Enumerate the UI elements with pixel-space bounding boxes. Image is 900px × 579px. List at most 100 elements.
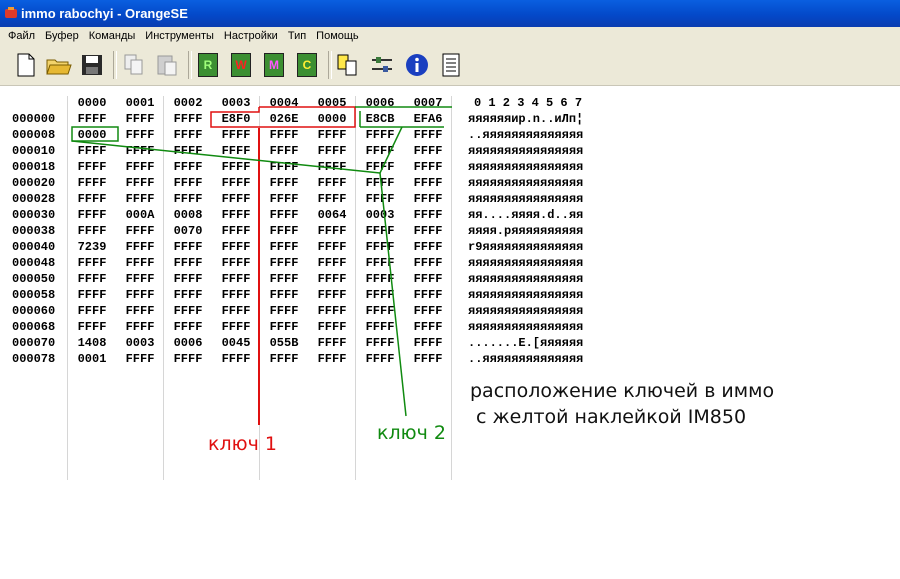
hex-cell[interactable]: 0045 [214,336,258,350]
hex-cell[interactable]: FFFF [406,176,450,190]
hex-cell[interactable]: FFFF [310,144,354,158]
hex-cell[interactable]: FFFF [358,336,402,350]
ascii-row[interactable]: яя....яяяя.d..яя [468,208,583,222]
hex-cell[interactable]: FFFF [262,304,306,318]
hex-cell[interactable]: FFFF [214,288,258,302]
hex-cell[interactable]: FFFF [70,256,114,270]
hex-cell[interactable]: FFFF [406,256,450,270]
hex-cell[interactable]: FFFF [70,160,114,174]
hex-cell[interactable]: 0070 [166,224,210,238]
hex-cell[interactable]: FFFF [118,128,162,142]
save-button[interactable] [78,51,106,79]
hex-cell[interactable]: FFFF [310,272,354,286]
hex-cell[interactable]: FFFF [358,240,402,254]
copy-button[interactable] [120,51,148,79]
hex-cell[interactable]: FFFF [70,112,114,126]
hex-cell[interactable]: FFFF [166,176,210,190]
hex-cell[interactable]: FFFF [70,272,114,286]
menu-buffer[interactable]: Буфер [40,27,84,45]
hex-cell[interactable]: FFFF [262,240,306,254]
menu-file[interactable]: Файл [3,27,40,45]
hex-cell[interactable]: FFFF [214,256,258,270]
hex-cell[interactable]: FFFF [358,352,402,366]
ascii-row[interactable]: яяяяяяяяяяяяяяяя [468,320,583,334]
hex-cell[interactable]: FFFF [118,176,162,190]
hex-cell[interactable]: FFFF [406,240,450,254]
ascii-row[interactable]: яяяяяяяяяяяяяяяя [468,272,583,286]
hex-cell[interactable]: FFFF [118,272,162,286]
open-button[interactable] [45,51,73,79]
compare-chip-button[interactable]: C [293,51,321,79]
ascii-row[interactable]: ..яяяяяяяяяяяяяя [468,352,583,366]
hex-cell[interactable]: 0001 [70,352,114,366]
hex-cell[interactable]: FFFF [262,192,306,206]
hex-cell[interactable]: FFFF [166,256,210,270]
hex-cell[interactable]: FFFF [358,272,402,286]
hex-cell[interactable]: FFFF [262,176,306,190]
hex-cell[interactable]: FFFF [358,160,402,174]
ascii-row[interactable]: яяяяяяяяяяяяяяяя [468,256,583,270]
write-chip-button[interactable]: W [227,51,255,79]
paste-button[interactable] [153,51,181,79]
hex-cell[interactable]: FFFF [118,192,162,206]
hex-cell[interactable]: FFFF [166,144,210,158]
ascii-row[interactable]: яяяяяяяяяяяяяяяя [468,144,583,158]
hex-cell[interactable]: 055B [262,336,306,350]
hex-cell[interactable]: FFFF [118,144,162,158]
hex-cell[interactable]: FFFF [118,352,162,366]
hex-cell[interactable]: FFFF [310,256,354,270]
settings-button[interactable] [368,51,396,79]
hex-cell[interactable]: FFFF [166,160,210,174]
menu-commands[interactable]: Команды [84,27,141,45]
hex-cell[interactable]: FFFF [118,304,162,318]
hex-cell[interactable]: FFFF [406,352,450,366]
hex-cell[interactable]: FFFF [166,272,210,286]
hex-cell[interactable]: FFFF [214,240,258,254]
menu-help[interactable]: Помощь [311,27,364,45]
hex-cell[interactable]: FFFF [214,352,258,366]
hex-cell[interactable]: FFFF [310,224,354,238]
hex-cell[interactable]: FFFF [310,128,354,142]
hex-cell[interactable]: FFFF [70,304,114,318]
hex-cell[interactable]: FFFF [358,192,402,206]
menu-type[interactable]: Тип [283,27,311,45]
hex-cell[interactable]: FFFF [406,160,450,174]
hex-cell[interactable]: FFFF [262,128,306,142]
ascii-row[interactable]: яяяя.pяяяяяяяяяя [468,224,583,238]
hex-cell[interactable]: FFFF [310,352,354,366]
hex-cell[interactable]: FFFF [406,208,450,222]
hex-cell[interactable]: EFA6 [406,112,450,126]
hex-cell[interactable]: FFFF [70,288,114,302]
hex-cell[interactable]: FFFF [118,288,162,302]
hex-cell[interactable]: FFFF [166,240,210,254]
hex-cell[interactable]: FFFF [406,192,450,206]
hex-cell[interactable]: FFFF [214,160,258,174]
ascii-row[interactable]: ..яяяяяяяяяяяяяя [468,128,583,142]
hex-cell[interactable]: FFFF [118,240,162,254]
hex-cell[interactable]: FFFF [406,144,450,158]
hex-cell[interactable]: FFFF [166,288,210,302]
hex-cell[interactable]: FFFF [310,304,354,318]
hex-cell[interactable]: 0000 [310,112,354,126]
hex-cell[interactable]: FFFF [70,144,114,158]
menu-tools[interactable]: Инструменты [140,27,219,45]
menu-settings[interactable]: Настройки [219,27,283,45]
hex-cell[interactable]: FFFF [358,288,402,302]
hex-cell[interactable]: FFFF [214,304,258,318]
hex-cell[interactable]: FFFF [406,128,450,142]
hex-cell[interactable]: FFFF [406,304,450,318]
hex-cell[interactable]: FFFF [214,272,258,286]
hex-cell[interactable]: FFFF [166,304,210,318]
hex-cell[interactable]: 1408 [70,336,114,350]
chip-select-button[interactable] [334,51,362,79]
hex-cell[interactable]: FFFF [262,144,306,158]
hex-cell[interactable]: FFFF [118,160,162,174]
hex-cell[interactable]: FFFF [406,320,450,334]
hex-cell[interactable]: FFFF [118,320,162,334]
hex-cell[interactable]: FFFF [358,144,402,158]
hex-cell[interactable]: FFFF [214,320,258,334]
hex-cell[interactable]: FFFF [358,224,402,238]
hex-cell[interactable]: FFFF [358,256,402,270]
hex-cell[interactable]: FFFF [166,128,210,142]
read-chip-button[interactable]: R [194,51,222,79]
